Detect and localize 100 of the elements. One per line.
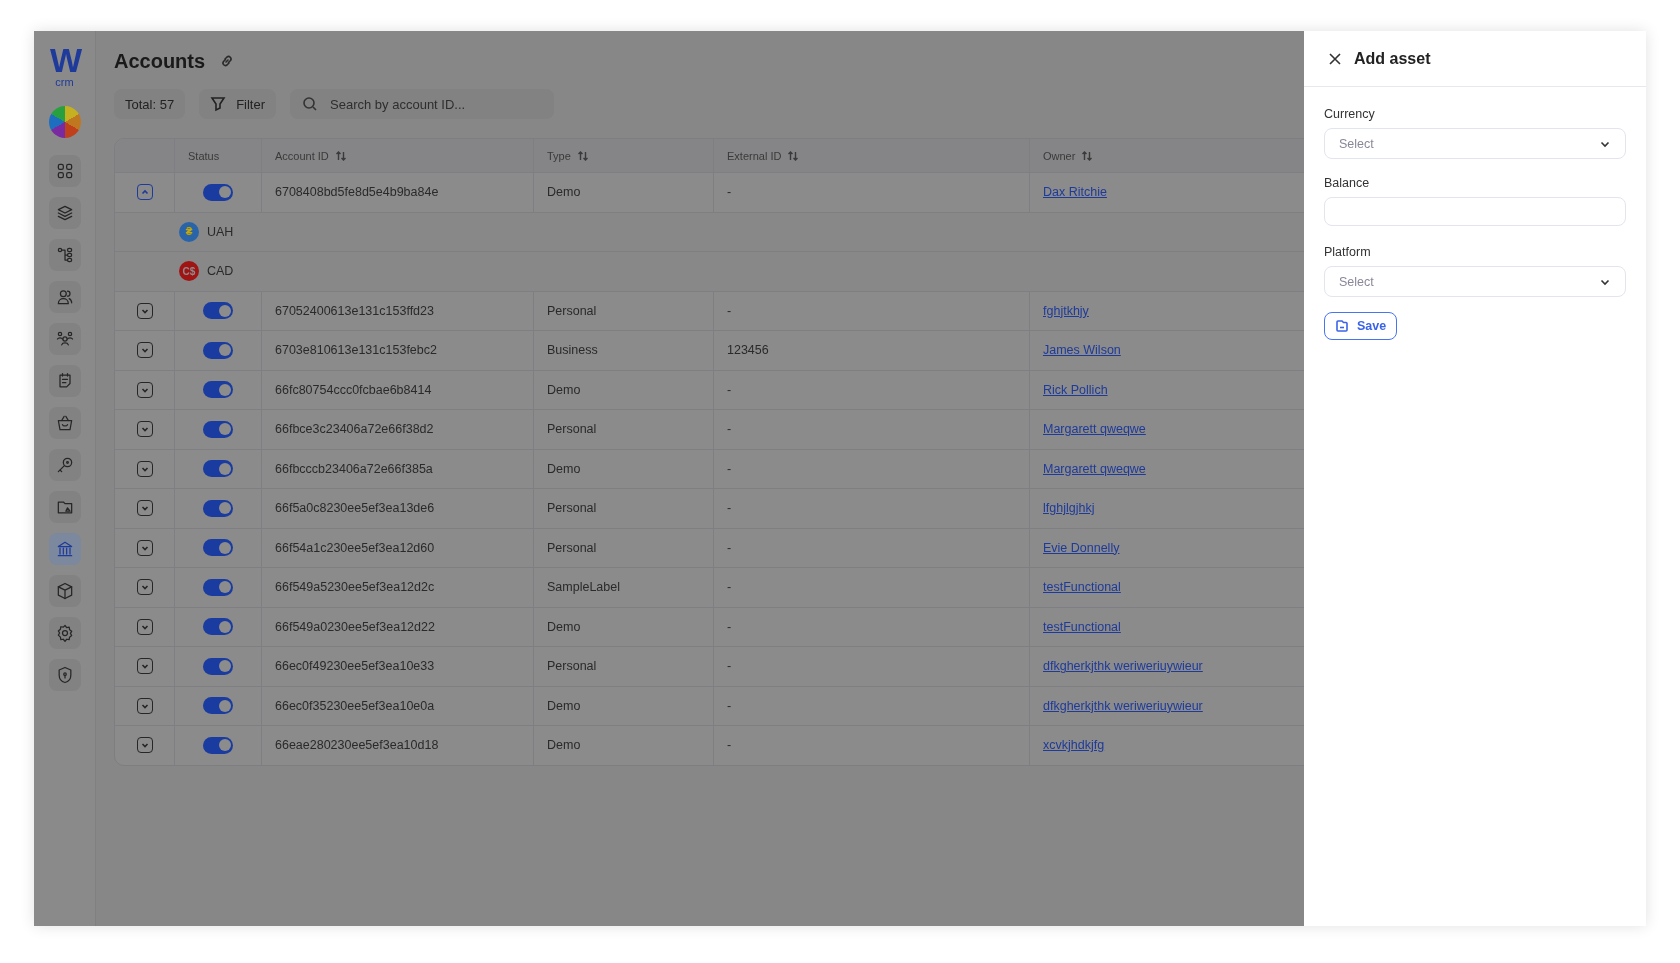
status-toggle[interactable]: [203, 539, 233, 557]
owner-link[interactable]: fghjtkhjy: [1043, 303, 1089, 318]
logo-mark: W: [49, 43, 80, 77]
sort-icon[interactable]: [334, 149, 347, 162]
owner-link[interactable]: Dax Ritchie: [1043, 185, 1107, 200]
currency-badge: ₴: [179, 221, 199, 242]
table-cell: 66f549a0230ee5ef3ea12d22: [261, 607, 533, 646]
table-cell: -: [713, 489, 1029, 528]
owner-link[interactable]: xcvkjhdkjfg: [1043, 738, 1105, 753]
table-cell: 6703e810613e131c153febc2: [261, 331, 533, 370]
currency-code: CAD: [207, 264, 234, 279]
table-cell: 66f549a5230ee5ef3ea12d2c: [261, 568, 533, 607]
owner-link[interactable]: James Wilson: [1043, 343, 1121, 358]
table-cell: -: [713, 449, 1029, 488]
sidebar-item[interactable]: [48, 491, 81, 523]
table-cell: -: [713, 173, 1029, 212]
table-cell: Demo: [533, 686, 713, 725]
input-field[interactable]: [1324, 197, 1626, 226]
collapse-button[interactable]: [136, 184, 153, 201]
column-header[interactable]: Owner: [1043, 149, 1076, 162]
sidebar-item[interactable]: [48, 533, 81, 565]
sidebar-item[interactable]: [48, 407, 81, 439]
expand-button[interactable]: [136, 697, 153, 714]
owner-link[interactable]: lfghjlgjhkj: [1043, 501, 1095, 516]
status-toggle[interactable]: [203, 618, 233, 636]
status-toggle[interactable]: [203, 736, 233, 754]
expand-button[interactable]: [136, 342, 153, 359]
column-header[interactable]: Type: [547, 149, 571, 162]
sidebar-item[interactable]: [48, 197, 81, 229]
sidebar-item[interactable]: [48, 659, 81, 691]
expand-button[interactable]: [136, 539, 153, 556]
status-toggle[interactable]: [203, 499, 233, 517]
expand-button[interactable]: [136, 460, 153, 477]
sidebar-item[interactable]: [48, 575, 81, 607]
sidebar-item[interactable]: [48, 323, 81, 355]
table-cell: 6708408bd5fe8d5e4b9ba84e: [261, 173, 533, 212]
sidebar-item[interactable]: [48, 239, 81, 271]
expand-button[interactable]: [136, 618, 153, 635]
save-button[interactable]: Save: [1324, 312, 1398, 340]
status-toggle[interactable]: [203, 460, 233, 478]
table-cell: 66ec0f35230ee5ef3ea10e0a: [261, 686, 533, 725]
table-cell: -: [713, 726, 1029, 765]
table-cell: 123456: [713, 331, 1029, 370]
expand-button[interactable]: [136, 737, 153, 754]
currency-badge: C$: [179, 261, 199, 282]
expand-button[interactable]: [136, 381, 153, 398]
owner-link[interactable]: Margarett qweqwe: [1043, 461, 1146, 476]
sidebar-item[interactable]: [48, 281, 81, 313]
search-field[interactable]: Search by account ID...: [290, 89, 555, 119]
owner-link[interactable]: dfkgherkjthk weriweriuywieur: [1043, 698, 1203, 713]
table-cell: Demo: [533, 449, 713, 488]
status-toggle[interactable]: [203, 183, 233, 201]
total-count: Total: 57: [114, 89, 186, 119]
select-field[interactable]: Select: [1324, 266, 1626, 297]
panel-title: Add asset: [1354, 49, 1431, 68]
sidebar-item[interactable]: [48, 449, 81, 481]
owner-link[interactable]: dfkgherkjthk weriweriuywieur: [1043, 659, 1203, 674]
status-toggle[interactable]: [203, 578, 233, 596]
table-cell: -: [713, 291, 1029, 330]
folder-icon: [1335, 319, 1349, 333]
column-header[interactable]: Account ID: [275, 149, 329, 162]
expand-button[interactable]: [136, 500, 153, 517]
status-toggle[interactable]: [203, 420, 233, 438]
close-button[interactable]: [1328, 51, 1342, 66]
owner-link[interactable]: Margarett qweqwe: [1043, 422, 1146, 437]
owner-link[interactable]: testFunctional: [1043, 580, 1121, 595]
table-cell: SampleLabel: [533, 568, 713, 607]
avatar[interactable]: [48, 106, 81, 138]
sort-icon[interactable]: [576, 149, 589, 162]
select-field[interactable]: Select: [1324, 128, 1626, 159]
filter-icon: [210, 96, 227, 112]
expand-button[interactable]: [136, 421, 153, 438]
table-cell: -: [713, 528, 1029, 567]
table-cell: Personal: [533, 489, 713, 528]
column-header[interactable]: External ID: [727, 149, 782, 162]
owner-link[interactable]: Evie Donnelly: [1043, 540, 1120, 555]
expand-button[interactable]: [136, 579, 153, 596]
sidebar-item[interactable]: [48, 155, 81, 187]
filter-button[interactable]: Filter: [199, 89, 277, 119]
status-toggle[interactable]: [203, 381, 233, 399]
column-header: Status: [188, 149, 220, 162]
sort-icon[interactable]: [787, 149, 800, 162]
table-cell: 66f54a1c230ee5ef3ea12d60: [261, 528, 533, 567]
expand-button[interactable]: [136, 658, 153, 675]
sort-icon[interactable]: [1081, 149, 1094, 162]
logo-caption: crm: [55, 77, 74, 88]
status-toggle[interactable]: [203, 302, 233, 320]
search-field[interactable]: Search by account ID...: [328, 95, 523, 113]
status-toggle[interactable]: [203, 657, 233, 675]
sidebar-item[interactable]: [48, 617, 81, 649]
status-toggle[interactable]: [203, 697, 233, 715]
owner-link[interactable]: Rick Pollich: [1043, 382, 1108, 397]
table-cell: Personal: [533, 291, 713, 330]
owner-link[interactable]: testFunctional: [1043, 619, 1121, 634]
field-label: Balance: [1324, 176, 1371, 190]
sidebar-item[interactable]: [48, 365, 81, 397]
currency-code: UAH: [207, 224, 234, 239]
table-cell: -: [713, 568, 1029, 607]
expand-button[interactable]: [136, 302, 153, 319]
status-toggle[interactable]: [203, 341, 233, 359]
